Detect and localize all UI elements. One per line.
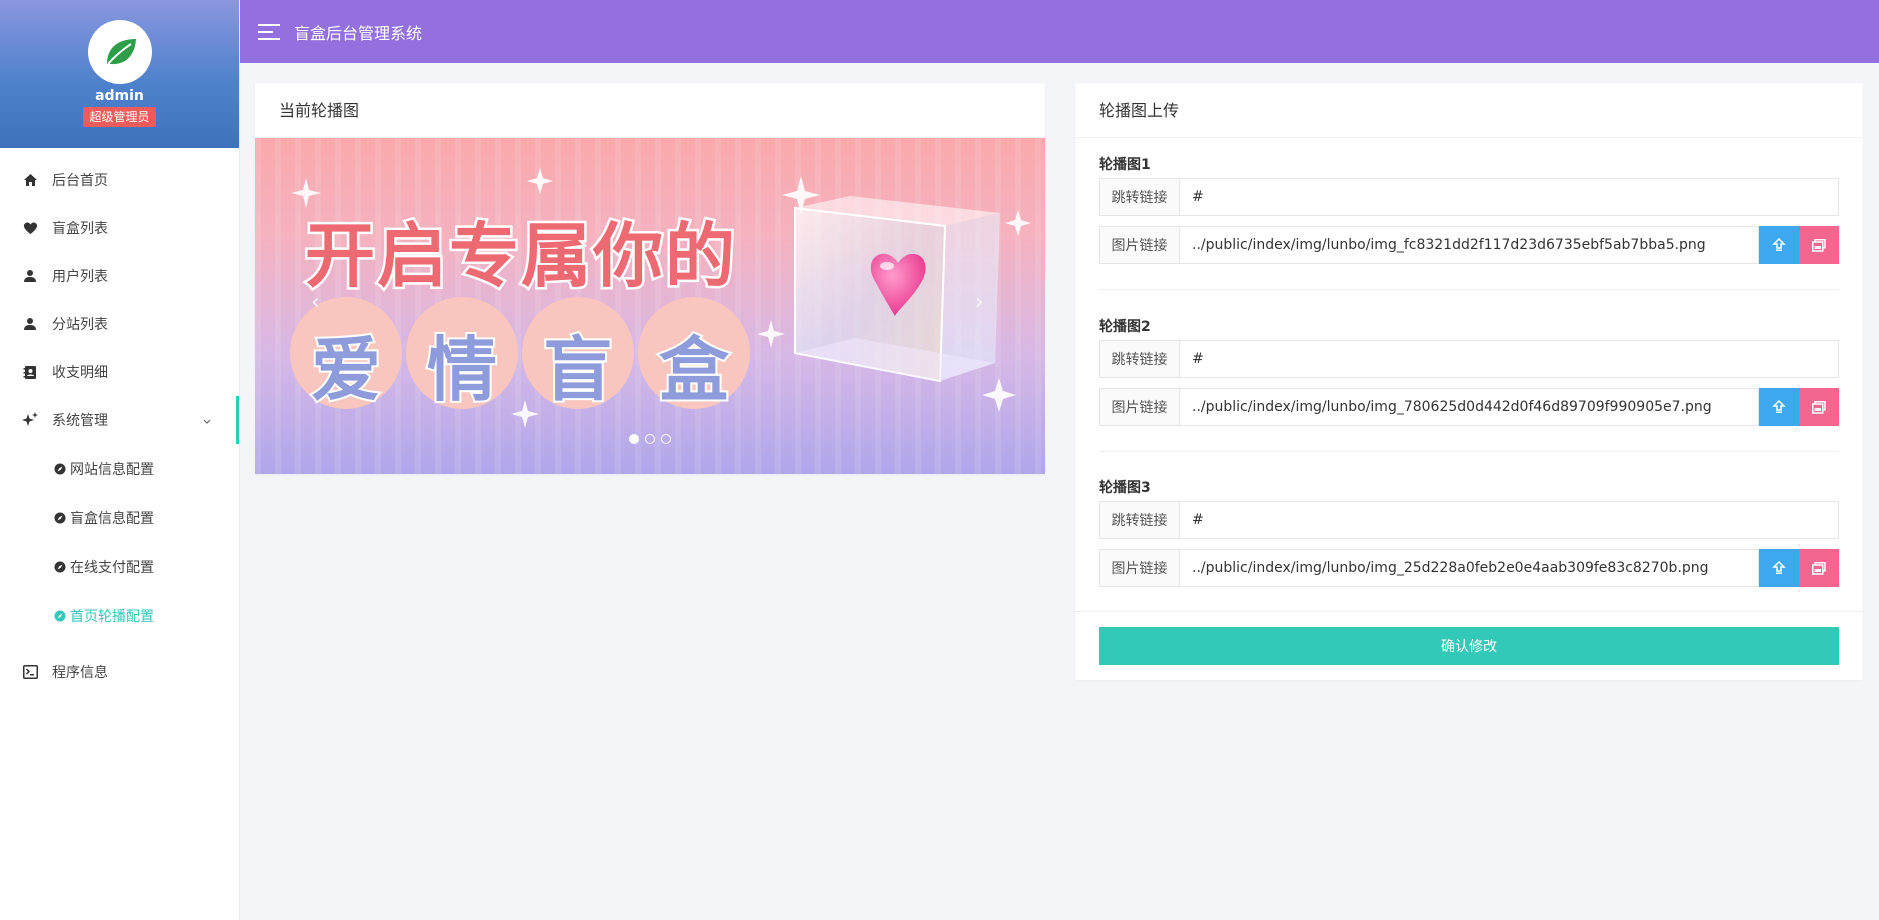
images-icon [1812,400,1826,414]
link-row: 跳转链接 [1099,178,1839,216]
field-label: 图片链接 [1099,226,1180,264]
sidebar-item-label: 后台首页 [52,173,108,189]
sidebar-item-dashboard[interactable]: 后台首页 [0,156,239,204]
sidebar-menu: 后台首页 盲盒列表 用户列表 分站列表 收支明细 系统管理 [0,148,239,444]
divider [1075,611,1863,612]
sidebar-item-label: 收支明细 [52,365,108,381]
submenu-item-label: 在线支付配置 [70,559,154,576]
upload-button[interactable] [1759,226,1799,264]
carousel-upload-card: 轮播图上传 轮播图1 跳转链接 图片链接 轮播图2 跳转链接 图片链接 [1075,83,1863,680]
group-title: 轮播图3 [1099,480,1151,496]
field-label: 跳转链接 [1099,178,1180,216]
divider [1099,289,1839,290]
home-icon [22,172,38,188]
user-icon [22,316,38,332]
sidebar-item-label: 程序信息 [52,665,108,681]
carousel-group-1: 轮播图1 跳转链接 图片链接 [1099,155,1839,264]
image-preview-button[interactable] [1799,226,1839,264]
role-badge: 超级管理员 [83,107,156,127]
upload-icon [1772,561,1786,574]
compass-icon [54,512,66,523]
glass-cube-art [794,196,1000,383]
carousel-dot-3[interactable] [661,434,671,444]
carousel-dot-2[interactable] [645,434,655,444]
image-preview-button[interactable] [1799,388,1839,426]
avatar[interactable] [87,20,152,84]
system-submenu: 网站信息配置 盲盒信息配置 在线支付配置 首页轮播配置 [0,444,239,640]
submenu-item-label: 盲盒信息配置 [70,510,154,527]
active-indicator [236,396,239,444]
image-link-input[interactable] [1180,549,1759,587]
sidebar: admin 超级管理员 后台首页 盲盒列表 用户列表 分站列表 收支明细 系统管… [0,0,240,920]
compass-icon [54,610,66,621]
card-title: 当前轮播图 [255,83,1045,138]
submenu-item-label: 网站信息配置 [70,461,154,478]
image-row: 图片链接 [1099,388,1839,426]
terminal-icon [22,664,38,680]
carousel-next-icon[interactable]: › [975,290,984,315]
carousel-group-2: 轮播图2 跳转链接 图片链接 [1099,317,1839,426]
compass-icon [54,561,66,572]
image-row: 图片链接 [1099,549,1839,587]
submenu-item-carousel-config[interactable]: 首页轮播配置 [0,591,239,640]
chevron-down-icon [203,413,211,429]
submenu-item-label: 首页轮播配置 [70,608,154,625]
submenu-item-payment-config[interactable]: 在线支付配置 [0,542,239,591]
sidebar-item-income-expense[interactable]: 收支明细 [0,348,239,396]
current-carousel-card: 当前轮播图 开启专属你的 爱 情 盲 盒 ‹ › [255,83,1045,474]
jump-link-input[interactable] [1180,501,1839,539]
group-title: 轮播图2 [1099,319,1151,335]
confirm-button[interactable]: 确认修改 [1099,627,1839,665]
carousel-indicators [629,434,671,444]
upload-icon [1772,238,1786,251]
sidebar-item-label: 分站列表 [52,317,108,333]
link-row: 跳转链接 [1099,340,1839,378]
sidebar-item-label: 系统管理 [52,413,108,429]
upload-icon [1772,400,1786,413]
field-label: 跳转链接 [1099,340,1180,378]
images-icon [1812,238,1826,252]
sidebar-item-blindbox-list[interactable]: 盲盒列表 [0,204,239,252]
sidebar-item-label: 盲盒列表 [52,221,108,237]
link-row: 跳转链接 [1099,501,1839,539]
profile-panel: admin 超级管理员 [0,0,239,148]
carousel-banner[interactable]: 开启专属你的 爱 情 盲 盒 ‹ › [255,138,1045,474]
admin-name: admin [95,88,144,104]
carousel-group-3: 轮播图3 跳转链接 图片链接 [1099,478,1839,587]
contacts-icon [22,364,38,380]
carousel-dot-1[interactable] [629,434,639,444]
image-link-input[interactable] [1180,226,1759,264]
submenu-item-blindbox-config[interactable]: 盲盒信息配置 [0,493,239,542]
jump-link-input[interactable] [1180,178,1839,216]
leaf-icon [106,39,136,65]
sidebar-item-label: 用户列表 [52,269,108,285]
jump-link-input[interactable] [1180,340,1839,378]
field-label: 图片链接 [1099,549,1180,587]
top-bar: 盲盒后台管理系统 [240,0,1879,63]
sidebar-item-system-management[interactable]: 系统管理 [0,396,239,444]
image-row: 图片链接 [1099,226,1839,264]
submenu-item-site-config[interactable]: 网站信息配置 [0,444,239,493]
menu-toggle-icon[interactable] [258,23,280,40]
sidebar-item-program-info[interactable]: 程序信息 [0,648,239,696]
sidebar-item-user-list[interactable]: 用户列表 [0,252,239,300]
sidebar-menu-bottom: 程序信息 [0,640,239,696]
images-icon [1812,561,1826,575]
divider [1099,451,1839,452]
sidebar-item-substation-list[interactable]: 分站列表 [0,300,239,348]
image-link-input[interactable] [1180,388,1759,426]
upload-button[interactable] [1759,388,1799,426]
app-title: 盲盒后台管理系统 [294,23,423,43]
image-preview-button[interactable] [1799,549,1839,587]
heart-icon [22,220,38,236]
carousel-prev-icon[interactable]: ‹ [311,290,320,315]
upload-button[interactable] [1759,549,1799,587]
compass-icon [54,463,66,474]
group-title: 轮播图1 [1099,157,1151,173]
field-label: 跳转链接 [1099,501,1180,539]
card-title: 轮播图上传 [1075,83,1863,138]
user-icon [22,268,38,284]
sparkle-icon [22,412,38,428]
field-label: 图片链接 [1099,388,1180,426]
